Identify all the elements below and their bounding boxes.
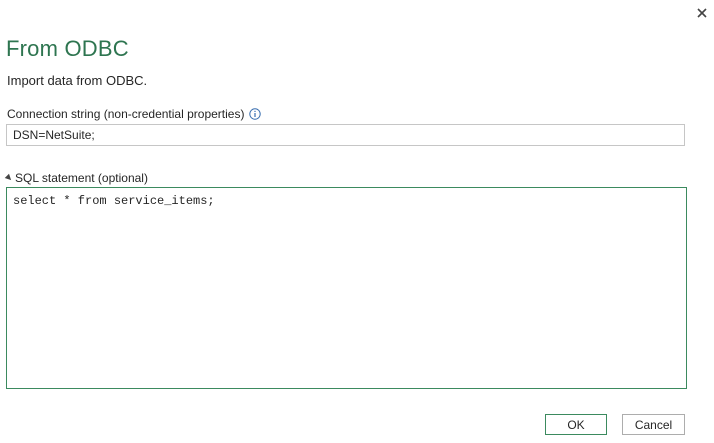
cancel-button[interactable]: Cancel [622,414,685,435]
collapse-triangle-icon[interactable] [4,173,14,183]
sql-statement-textarea[interactable]: select * from service_items; [6,187,687,389]
connection-string-label-row: Connection string (non-credential proper… [7,106,262,122]
connection-string-input[interactable] [6,124,685,146]
dialog-subtitle: Import data from ODBC. [7,73,148,88]
ok-button[interactable]: OK [545,414,607,435]
close-button[interactable] [693,4,711,22]
connection-string-label: Connection string (non-credential proper… [7,107,245,121]
close-icon [697,8,707,18]
sql-statement-label: SQL statement (optional) [15,171,148,185]
info-icon[interactable] [249,108,262,120]
sql-statement-label-row[interactable]: SQL statement (optional) [4,170,148,186]
dialog-title: From ODBC [6,36,129,61]
